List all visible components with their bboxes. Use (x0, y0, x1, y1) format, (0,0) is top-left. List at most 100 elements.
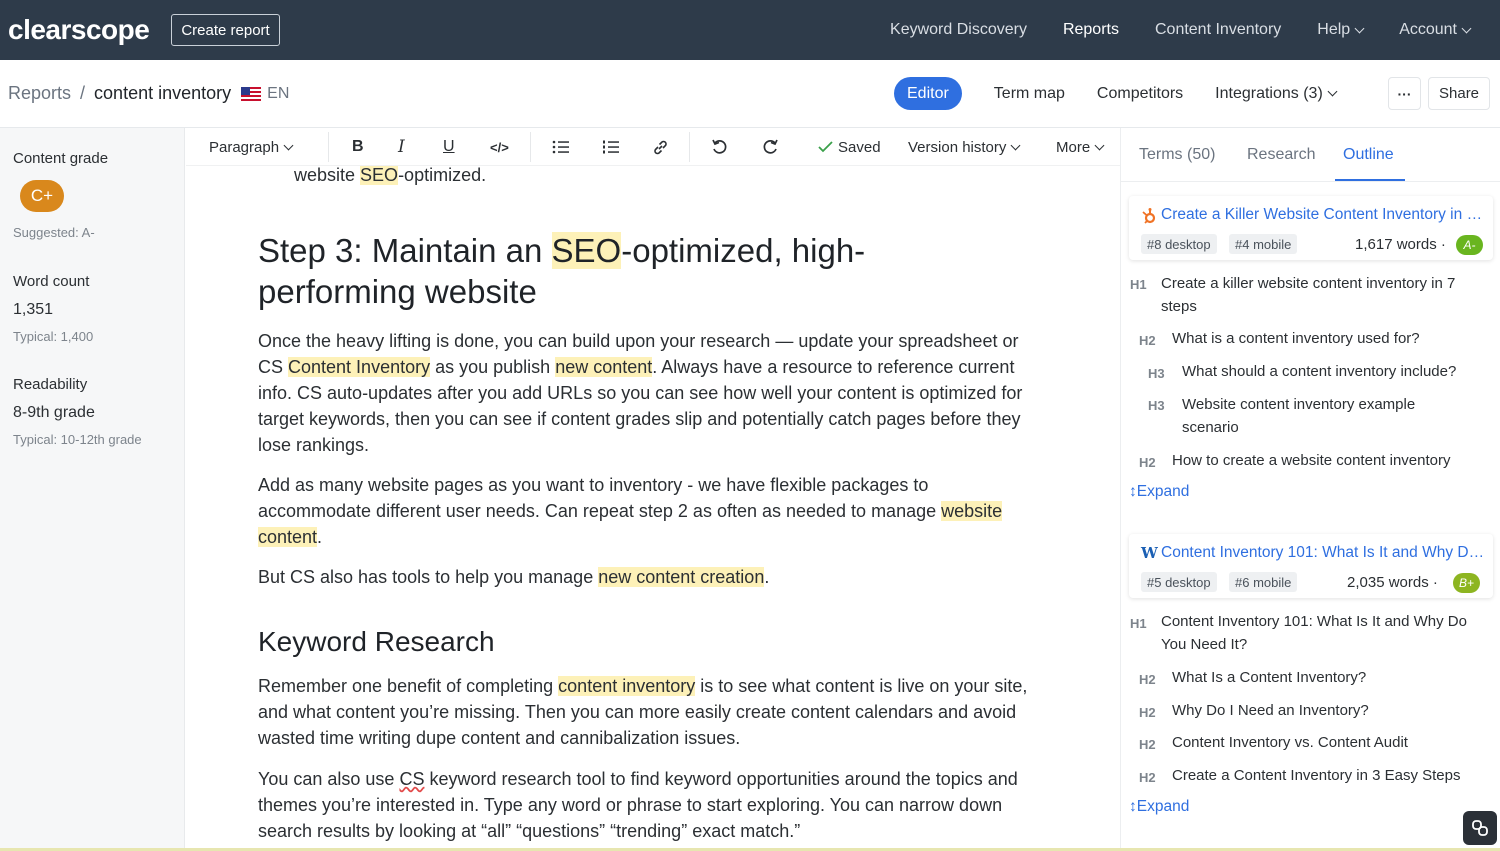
bullet-list-icon (552, 140, 569, 154)
heading-level: H2 (1139, 737, 1156, 752)
chain-link-icon (1472, 820, 1488, 836)
outline-item: Content Inventory 101: What Is It and Wh… (1161, 613, 1467, 653)
highlighted-term: SEO (360, 166, 399, 185)
expand-outline-button[interactable]: ↕Expand (1129, 483, 1189, 501)
competitor-card[interactable]: W Content Inventory 101: What Is It and … (1129, 534, 1493, 598)
bullet-list-button[interactable] (552, 128, 570, 166)
editor-content[interactable]: website SEO-optimized. Step 3: Maintain … (186, 166, 1120, 851)
text: Add as many website pages as you want to… (258, 475, 942, 521)
breadcrumb-reports[interactable]: Reports (8, 83, 71, 104)
stats-sidebar: Content grade C+ Suggested: A- Word coun… (0, 128, 185, 851)
outline-item: Why Do I Need an Inventory? (1172, 702, 1369, 719)
text: website (294, 166, 361, 185)
text: But CS also has tools to help you manage (258, 567, 599, 587)
version-history-dropdown[interactable]: Version history (908, 128, 1021, 166)
undo-button[interactable] (711, 128, 728, 166)
nav-content-inventory[interactable]: Content Inventory (1155, 21, 1281, 39)
competitor-card[interactable]: Create a Killer Website Content Inventor… (1129, 196, 1493, 260)
heading-level: H2 (1139, 705, 1156, 720)
bold-button[interactable]: B (352, 128, 364, 166)
nav-keyword-discovery[interactable]: Keyword Discovery (890, 21, 1027, 39)
clearscope-logo[interactable]: clearscope (8, 14, 150, 46)
language-code[interactable]: EN (267, 85, 289, 103)
outline-item: How to create a website content inventor… (1172, 452, 1451, 469)
chevron-down-icon (1354, 23, 1365, 33)
chevron-down-icon (283, 140, 294, 150)
text: . (317, 527, 323, 547)
tab-term-map[interactable]: Term map (994, 85, 1065, 103)
competitor-grade-badge: B+ (1453, 573, 1480, 593)
more-dropdown[interactable]: More (1056, 128, 1105, 166)
highlighted-term: new content (555, 357, 653, 377)
content-grade-label: Content grade (13, 150, 109, 167)
nav-account[interactable]: Account (1399, 21, 1472, 39)
heading-level: H2 (1139, 455, 1156, 470)
active-tab-underline (1335, 179, 1405, 181)
paragraph-style-label: Paragraph (209, 138, 280, 156)
tab-research[interactable]: Research (1247, 146, 1315, 164)
mobile-rank-badge: #4 mobile (1229, 234, 1298, 254)
report-header: Reports / content inventory EN Editor Te… (0, 60, 1500, 128)
highlighted-term: content inventory (558, 676, 696, 696)
heading-level: H3 (1148, 366, 1165, 381)
link-icon (654, 140, 667, 154)
tab-divider (1121, 181, 1500, 182)
nav-links: Keyword Discovery Reports Content Invent… (854, 0, 1472, 60)
text: -optimized. (398, 166, 487, 185)
underline-button[interactable]: U (443, 128, 455, 166)
code-button[interactable]: </> (490, 128, 509, 166)
heading-keyword-research: Keyword Research (258, 626, 495, 657)
heading-step-3: Step 3: Maintain an SEO-optimized, high-… (258, 230, 918, 312)
competitor-title[interactable]: Content Inventory 101: What Is It and Wh… (1161, 544, 1487, 562)
undo-icon (712, 139, 727, 154)
tab-outline[interactable]: Outline (1343, 146, 1394, 164)
redo-button[interactable] (762, 128, 779, 166)
hubspot-sprocket-icon (1141, 208, 1157, 228)
link-tool-button[interactable] (1463, 811, 1497, 845)
highlighted-term: new content creation (598, 567, 765, 587)
nav-reports[interactable]: Reports (1063, 21, 1119, 39)
competitor-title[interactable]: Create a Killer Website Content Inventor… (1161, 206, 1487, 224)
editor-line: website SEO-optimized. (294, 166, 1084, 188)
outline-item: Content Inventory vs. Content Audit (1172, 734, 1408, 751)
toolbar-divider (689, 132, 690, 162)
paragraph: You can also use CS keyword research too… (258, 766, 1038, 844)
tab-competitors[interactable]: Competitors (1097, 85, 1183, 103)
numbered-list-button[interactable] (602, 128, 620, 166)
redo-icon (763, 139, 778, 154)
create-report-button[interactable]: Create report (171, 14, 280, 46)
text: . (764, 567, 770, 587)
content-grade-badge[interactable]: C+ (20, 180, 64, 212)
highlighted-term: SEO (551, 232, 622, 269)
nav-help[interactable]: Help (1317, 21, 1365, 39)
italic-button[interactable]: I (398, 128, 405, 166)
text: Step 3: Maintain an (258, 232, 552, 269)
nav-account-label: Account (1399, 21, 1457, 38)
research-panel: Terms (50) Research Outline Create a Kil… (1120, 128, 1500, 851)
competitor-word-count: 1,617 words · (1355, 236, 1446, 253)
heading-level: H2 (1139, 770, 1156, 785)
version-history-label: Version history (908, 138, 1007, 156)
chevron-down-icon (1010, 140, 1021, 150)
paragraph: Once the heavy lifting is done, you can … (258, 328, 1048, 458)
outline-item: What is a content inventory used for? (1172, 330, 1420, 347)
share-button[interactable]: Share (1428, 77, 1491, 110)
tab-editor[interactable]: Editor (894, 77, 962, 110)
top-nav: clearscope Create report Keyword Discove… (0, 0, 1500, 60)
tab-integrations[interactable]: Integrations (3) (1215, 85, 1338, 103)
text: as you publish (430, 357, 556, 377)
page-title: content inventory (94, 83, 232, 103)
more-options-button[interactable]: ··· (1388, 77, 1421, 110)
numbered-list-icon (603, 140, 619, 154)
expand-outline-button[interactable]: ↕Expand (1129, 798, 1189, 816)
toolbar-divider (328, 132, 329, 162)
mobile-rank-badge: #6 mobile (1229, 572, 1298, 592)
suggested-grade: Suggested: A- (13, 225, 95, 240)
tab-terms[interactable]: Terms (50) (1139, 146, 1215, 164)
paragraph-style-dropdown[interactable]: Paragraph (209, 128, 294, 166)
outline-item: What should a content inventory include? (1182, 363, 1457, 380)
link-button[interactable] (652, 128, 669, 166)
us-flag-icon (241, 86, 262, 101)
heading-level: H2 (1139, 333, 1156, 348)
saved-status: Saved (818, 128, 881, 166)
